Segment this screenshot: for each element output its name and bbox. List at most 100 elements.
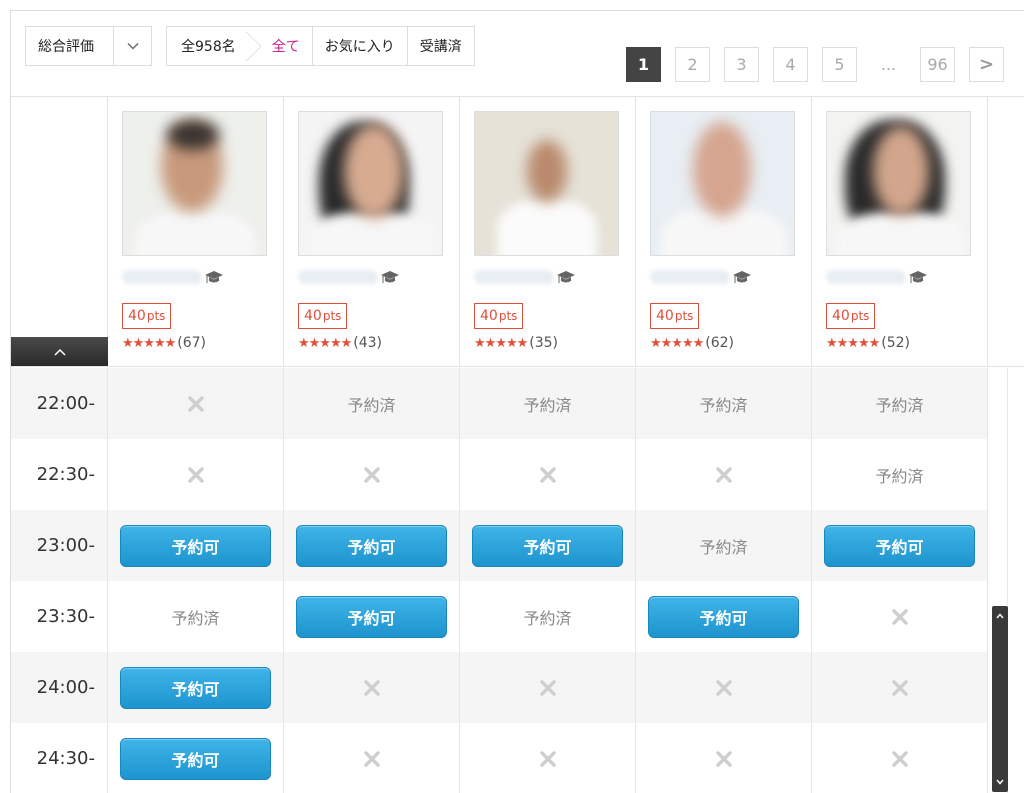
- review-count: (52): [881, 335, 911, 351]
- unavailable-x-icon: [363, 750, 380, 767]
- booked-label: 予約済: [699, 537, 748, 557]
- tutor-name: [474, 269, 576, 285]
- reserve-button[interactable]: 予約可: [120, 524, 271, 567]
- schedule-cell: [108, 439, 284, 510]
- schedule-cell: [284, 652, 460, 723]
- page-4[interactable]: 4: [773, 47, 808, 82]
- time-label: 23:00-: [11, 510, 108, 581]
- tutor-header-row: 40 pts ★★★★★ (67) 40 pts ★★★★★ (43) 40 p…: [11, 97, 1024, 367]
- points-badge: 40 pts: [826, 303, 876, 329]
- schedule-cell: 予約済: [284, 368, 460, 439]
- tutor-photo[interactable]: [298, 111, 443, 256]
- tutor-card[interactable]: 40 pts ★★★★★ (43): [284, 97, 460, 367]
- schedule-grid: 24:30- 予約可 24:00- 予約可 23:30- 予約済 予約可 予約済 予約可 23:0…: [11, 368, 1024, 793]
- unavailable-x-icon: [539, 466, 556, 483]
- schedule-row: 24:30- 予約可: [11, 723, 988, 793]
- schedule-cell: [812, 652, 988, 723]
- scroll-down-icon[interactable]: [992, 774, 1008, 790]
- tutor-photo[interactable]: [826, 111, 971, 256]
- page-2[interactable]: 2: [675, 47, 710, 82]
- reserve-button[interactable]: 予約可: [296, 524, 447, 567]
- tutor-name: [650, 269, 752, 285]
- schedule-cell: [636, 439, 812, 510]
- points-badge: 40 pts: [650, 303, 700, 329]
- reserve-button[interactable]: 予約可: [648, 595, 799, 638]
- tutor-count: 全958名: [169, 27, 252, 65]
- schedule-cell: 予約可: [636, 581, 812, 652]
- graduation-cap-icon: [205, 271, 223, 283]
- rating: ★★★★★ (35): [474, 335, 558, 351]
- points-badge: 40 pts: [474, 303, 524, 329]
- page-5[interactable]: 5: [822, 47, 857, 82]
- chevron-down-icon[interactable]: [113, 27, 151, 65]
- tutor-photo[interactable]: [474, 111, 619, 256]
- reserve-button[interactable]: 予約可: [120, 737, 271, 780]
- toolbar: 総合評価 全958名 全て お気に入り 受講済 1 2 3 4 5 ... 96…: [11, 11, 1024, 97]
- reserve-button[interactable]: 予約可: [824, 524, 975, 567]
- tutor-photo[interactable]: [122, 111, 267, 256]
- schedule-cell: 予約済: [812, 439, 988, 510]
- time-label: 24:30-: [11, 723, 108, 793]
- collapse-button[interactable]: [11, 337, 108, 366]
- tutor-card[interactable]: 40 pts ★★★★★ (52): [812, 97, 988, 367]
- schedule-cell: 予約済: [460, 581, 636, 652]
- points-badge: 40 pts: [298, 303, 348, 329]
- booked-label: 予約済: [875, 466, 924, 486]
- rating: ★★★★★ (62): [650, 335, 734, 351]
- unavailable-x-icon: [891, 750, 908, 767]
- unavailable-x-icon: [891, 608, 908, 625]
- tutor-card[interactable]: 40 pts ★★★★★ (62): [636, 97, 812, 367]
- time-label: 23:30-: [11, 581, 108, 652]
- booked-label: 予約済: [347, 395, 396, 415]
- tutor-photo[interactable]: [650, 111, 795, 256]
- right-gutter-header: [988, 97, 1024, 367]
- unavailable-x-icon: [539, 679, 556, 696]
- schedule-cell: 予約可: [284, 581, 460, 652]
- schedule-cell: 予約可: [108, 652, 284, 723]
- unavailable-x-icon: [539, 750, 556, 767]
- tutor-name: [826, 269, 928, 285]
- star-rating-icon: ★★★★★: [826, 335, 880, 351]
- schedule-row: 24:00- 予約可: [11, 652, 988, 723]
- scroll-up-icon[interactable]: [992, 608, 1008, 624]
- page-3[interactable]: 3: [724, 47, 759, 82]
- schedule-cell: [812, 723, 988, 793]
- schedule-cell: [108, 368, 284, 439]
- booked-label: 予約済: [523, 608, 572, 628]
- graduation-cap-icon: [557, 271, 575, 283]
- schedule-cell: 予約済: [460, 368, 636, 439]
- schedule-cell: [284, 723, 460, 793]
- tutor-name: [122, 269, 224, 285]
- time-label: 22:00-: [11, 368, 108, 439]
- schedule-frame: 総合評価 全958名 全て お気に入り 受講済 1 2 3 4 5 ... 96…: [10, 10, 1024, 793]
- filter-favorites-tab[interactable]: お気に入り: [311, 27, 407, 65]
- schedule-cell: [460, 439, 636, 510]
- review-count: (67): [177, 335, 207, 351]
- tutor-card[interactable]: 40 pts ★★★★★ (35): [460, 97, 636, 367]
- review-count: (35): [529, 335, 559, 351]
- review-count: (43): [353, 335, 383, 351]
- schedule-cell: 予約可: [284, 510, 460, 581]
- unavailable-x-icon: [715, 679, 732, 696]
- star-rating-icon: ★★★★★: [474, 335, 528, 351]
- star-rating-icon: ★★★★★: [122, 335, 176, 351]
- scrollbar[interactable]: [992, 606, 1008, 792]
- booked-label: 予約済: [523, 395, 572, 415]
- review-count: (62): [705, 335, 735, 351]
- next-page-button[interactable]: >: [969, 47, 1004, 82]
- unavailable-x-icon: [715, 750, 732, 767]
- page-1[interactable]: 1: [626, 47, 661, 82]
- page-96[interactable]: 96: [920, 47, 955, 82]
- unavailable-x-icon: [363, 466, 380, 483]
- reserve-button[interactable]: 予約可: [472, 524, 623, 567]
- reserve-button[interactable]: 予約可: [120, 666, 271, 709]
- filter-tabs: 全958名 全て お気に入り 受講済: [166, 26, 475, 66]
- tutor-card[interactable]: 40 pts ★★★★★ (67): [108, 97, 284, 367]
- reserve-button[interactable]: 予約可: [296, 595, 447, 638]
- tutor-name: [298, 269, 400, 285]
- sort-dropdown[interactable]: 総合評価: [25, 26, 152, 66]
- unavailable-x-icon: [715, 466, 732, 483]
- schedule-cell: [460, 723, 636, 793]
- filter-attended-tab[interactable]: 受講済: [406, 27, 474, 65]
- schedule-row: 23:30- 予約済 予約可 予約済 予約可: [11, 581, 988, 652]
